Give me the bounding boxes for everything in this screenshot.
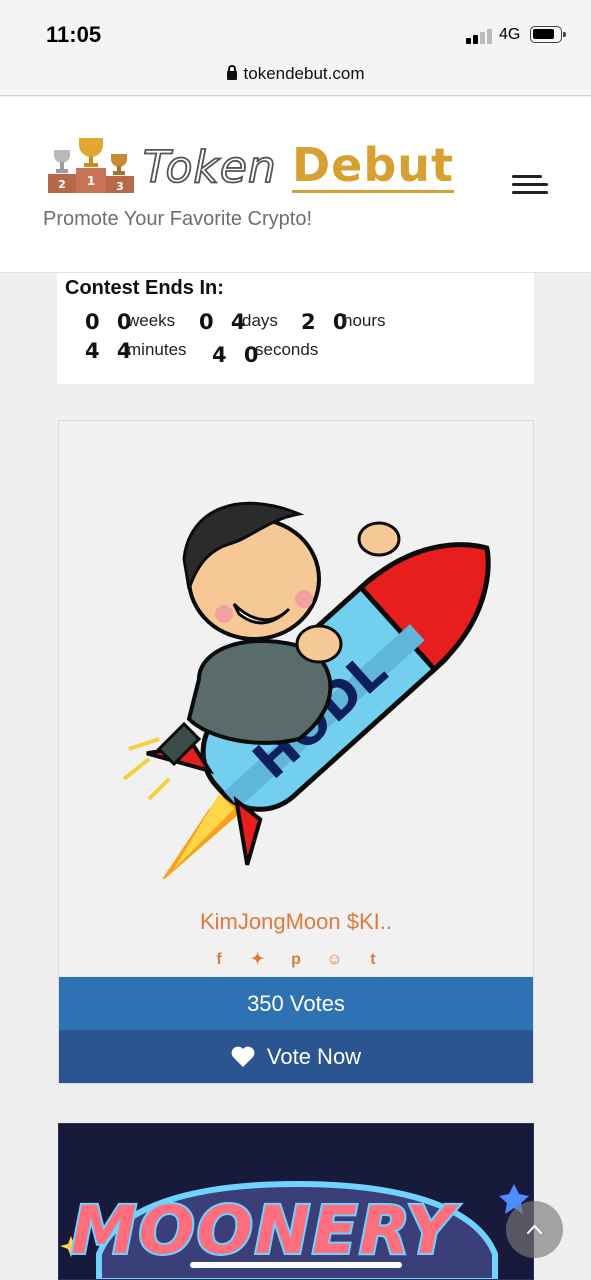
hamburger-menu-icon[interactable] bbox=[512, 175, 548, 195]
vote-now-button[interactable]: Vote Now bbox=[59, 1030, 533, 1083]
contest-countdown: Contest Ends In: 0 0 weeks 0 4 days 2 0 … bbox=[57, 273, 534, 384]
countdown-weeks-label: weeks bbox=[127, 311, 176, 330]
podium-label-3: 3 bbox=[116, 180, 124, 193]
cellular-signal-icon bbox=[466, 28, 492, 44]
url-text[interactable]: tokendebut.com bbox=[244, 64, 365, 83]
vote-count: 350 Votes bbox=[59, 977, 533, 1030]
token-name-link[interactable]: KimJongMoon $KI.. bbox=[59, 909, 533, 935]
facebook-icon[interactable]: f bbox=[202, 951, 236, 969]
podium-label-1: 1 bbox=[87, 174, 95, 188]
network-type: 4G bbox=[499, 26, 521, 43]
card2-title: MOONERY bbox=[69, 1190, 456, 1271]
chevron-up-icon bbox=[527, 1224, 542, 1234]
battery-icon bbox=[530, 26, 566, 43]
site-tagline: Promote Your Favorite Crypto! bbox=[43, 208, 313, 230]
pinterest-icon[interactable]: p bbox=[279, 951, 313, 969]
home-indicator bbox=[190, 1262, 402, 1268]
status-bar: 11:05 4G bbox=[0, 0, 591, 56]
tumblr-icon[interactable]: t bbox=[356, 951, 390, 969]
token-card-2[interactable]: MOONERY bbox=[58, 1123, 534, 1280]
scroll-to-top-button[interactable] bbox=[506, 1201, 563, 1258]
vote-now-label: Vote Now bbox=[266, 1044, 362, 1069]
twitter-icon[interactable]: ✦ bbox=[241, 949, 275, 969]
browser-url-bar[interactable]: tokendebut.com bbox=[0, 56, 591, 96]
countdown-minutes-label: minutes bbox=[127, 340, 187, 359]
token-card[interactable]: HODL KimJongMoon $KI.. f ✦ p ☺ t 350 Vot… bbox=[58, 420, 534, 1084]
countdown-days-label: days bbox=[242, 311, 278, 330]
countdown-title: Contest Ends In: bbox=[65, 277, 224, 299]
heart-icon bbox=[231, 1046, 255, 1067]
reddit-icon[interactable]: ☺ bbox=[317, 951, 351, 969]
lock-icon bbox=[226, 65, 237, 80]
status-time: 11:05 bbox=[46, 22, 102, 47]
logo-debut-text[interactable]: Debut bbox=[292, 140, 455, 193]
logo-token-text[interactable]: Token bbox=[142, 141, 277, 194]
url-text-wrap[interactable]: tokendebut.com bbox=[0, 64, 591, 84]
countdown-seconds-label: seconds bbox=[255, 340, 319, 359]
token-image[interactable]: HODL bbox=[89, 449, 519, 879]
podium-label-2: 2 bbox=[58, 178, 66, 191]
social-share-row: f ✦ p ☺ t bbox=[59, 949, 533, 969]
trophy-podium-logo-icon[interactable]: 2 1 3 bbox=[46, 134, 136, 194]
countdown-hours-label: hours bbox=[343, 311, 386, 330]
